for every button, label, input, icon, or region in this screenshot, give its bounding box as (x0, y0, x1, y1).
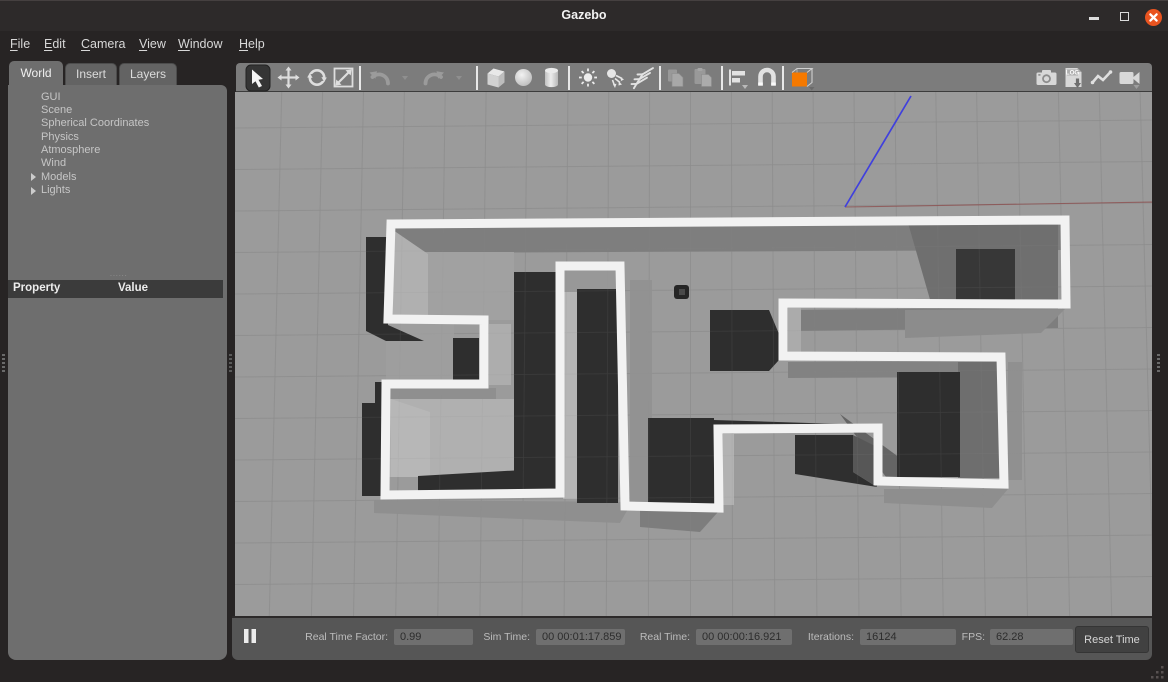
svg-text:LOG: LOG (1066, 70, 1080, 77)
